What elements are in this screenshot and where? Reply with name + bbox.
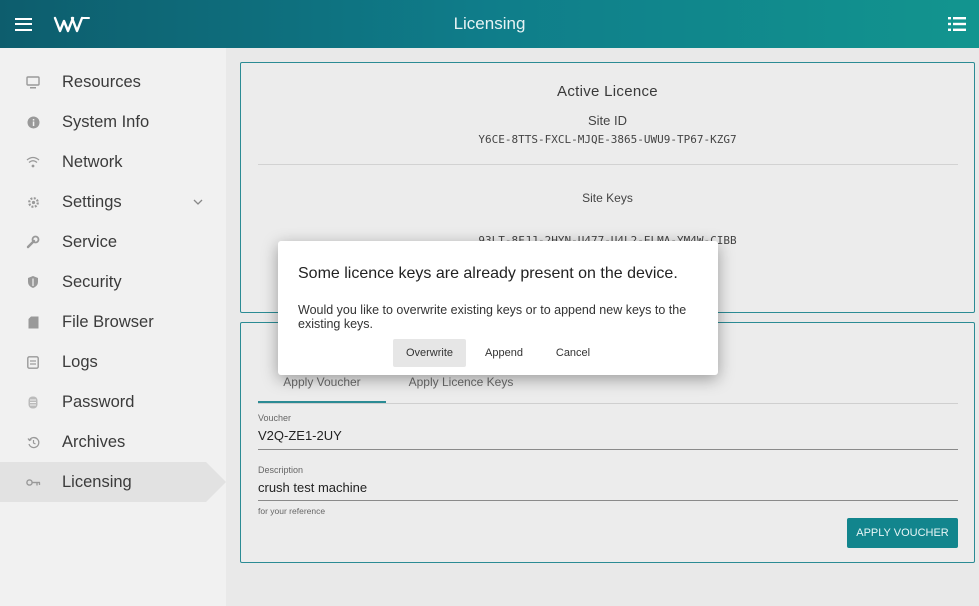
wrench-icon	[25, 234, 41, 250]
overwrite-button[interactable]: Overwrite	[393, 339, 466, 367]
sidebar-item-label: System Info	[62, 112, 150, 131]
key-icon	[25, 474, 41, 490]
sidebar-item-label: Licensing	[62, 472, 132, 491]
site-id-label: Site ID	[587, 113, 627, 128]
append-button[interactable]: Append	[476, 339, 532, 367]
sidebar-item-security[interactable]: Security	[0, 262, 226, 302]
sidebar-item-service[interactable]: Service	[0, 222, 226, 262]
sidebar-item-password[interactable]: Password	[0, 382, 226, 422]
sidebar-item-licensing[interactable]: Licensing	[0, 462, 226, 502]
sidebar-item-label: Service	[62, 232, 118, 251]
existing-keys-dialog: Some licence keys are already present on…	[278, 241, 718, 375]
active-indicator-arrow	[206, 462, 226, 502]
wifi-icon	[25, 154, 41, 170]
sidebar-item-label: Archives	[62, 432, 126, 451]
description-label: Description	[258, 465, 304, 475]
file-icon	[25, 314, 41, 330]
page-title: Licensing	[453, 14, 526, 33]
divider	[258, 164, 958, 165]
sidebar-item-resources[interactable]: Resources	[0, 62, 226, 102]
sidebar-item-settings[interactable]: Settings	[0, 182, 226, 222]
chevron-down-icon	[193, 199, 203, 205]
sidebar-item-label: File Browser	[62, 312, 154, 331]
sidebar-item-logs[interactable]: Logs	[0, 342, 226, 382]
active-licence-title: Active Licence	[557, 83, 658, 100]
sidebar-item-system-info[interactable]: System Info	[0, 102, 226, 142]
tab-apply-voucher[interactable]: Apply Voucher	[258, 375, 386, 403]
tabs-divider	[258, 403, 958, 404]
description-underline	[258, 500, 958, 501]
dialog-title: Some licence keys are already present on…	[298, 265, 678, 282]
list-icon	[948, 17, 966, 31]
sidebar-item-label: Settings	[62, 192, 122, 211]
monitor-icon	[25, 74, 41, 90]
description-hint: for your reference	[258, 506, 326, 516]
description-input[interactable]: crush test machine	[258, 480, 367, 495]
password-icon	[25, 394, 41, 410]
sidebar-item-label: Network	[62, 152, 123, 171]
apply-voucher-button[interactable]: APPLY VOUCHER	[847, 518, 958, 548]
sidebar-item-label: Logs	[62, 352, 98, 371]
tab-apply-licence-keys[interactable]: Apply Licence Keys	[391, 375, 531, 403]
info-icon	[25, 114, 41, 130]
voucher-underline	[258, 449, 958, 450]
voucher-label: Voucher	[258, 413, 292, 423]
top-app-bar: Licensing	[0, 0, 979, 48]
sidebar-item-archives[interactable]: Archives	[0, 422, 226, 462]
shield-icon	[25, 274, 41, 290]
cancel-button[interactable]: Cancel	[544, 339, 602, 367]
sidebar-item-label: Password	[62, 392, 135, 411]
sidebar-item-network[interactable]: Network	[0, 142, 226, 182]
sidebar-item-label: Security	[62, 272, 122, 291]
site-keys-label: Site Keys	[582, 191, 633, 205]
dialog-message: Would you like to overwrite existing key…	[298, 303, 687, 331]
logs-icon	[25, 354, 41, 370]
list-view-button[interactable]	[935, 0, 979, 48]
voucher-input[interactable]: V2Q-ZE1-2UY	[258, 428, 342, 443]
sidebar-item-file-browser[interactable]: File Browser	[0, 302, 226, 342]
site-id-value: Y6CE-8TTS-FXCL-MJQE-3865-UWU9-TP67-KZG7	[478, 133, 737, 146]
gear-icon	[25, 194, 41, 210]
sidebar-item-label: Resources	[62, 72, 141, 91]
history-icon	[25, 434, 41, 450]
sidebar: Resources System Info Network Settings S…	[0, 48, 226, 606]
